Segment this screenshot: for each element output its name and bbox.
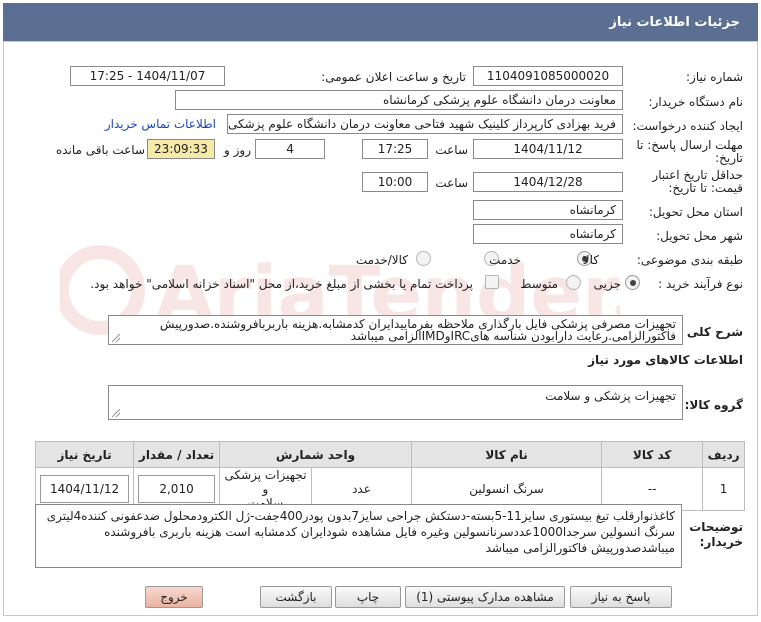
cell-category-line1: تجهیزات پزشکی و bbox=[224, 468, 307, 496]
province-field: کرمانشاه bbox=[473, 200, 623, 220]
process-option-minor: جزیی bbox=[593, 277, 621, 291]
process-radio-medium[interactable] bbox=[566, 275, 581, 290]
creator-label: ایجاد کننده درخواست: bbox=[632, 119, 743, 133]
reply-date-field: 1404/11/12 bbox=[473, 139, 623, 159]
buyer-label: نام دستگاه خریدار: bbox=[648, 95, 744, 109]
need-number-field: 1104091085000020 bbox=[473, 66, 623, 86]
need-number-label: شماره نیاز: bbox=[686, 70, 743, 84]
resize-grip-icon[interactable] bbox=[112, 334, 120, 342]
category-label: طبقه بندی موضوعی: bbox=[636, 253, 743, 267]
remaining-days-field: 4 bbox=[255, 139, 325, 159]
process-label: نوع فرآیند خرید : bbox=[658, 277, 743, 291]
back-button[interactable]: بازگشت bbox=[260, 586, 332, 608]
treasury-checkbox[interactable] bbox=[485, 275, 499, 289]
date-box: 1404/11/12 bbox=[40, 475, 130, 503]
summary-text: تجهیزات مصرفی پزشکی فایل بارگذاری ملاحظه… bbox=[159, 317, 676, 343]
category-option-service: خدمت bbox=[489, 253, 521, 267]
notes-label-2: خریدار: bbox=[699, 535, 743, 549]
resize-grip-icon[interactable] bbox=[112, 409, 120, 417]
summary-textarea: تجهیزات مصرفی پزشکی فایل بارگذاری ملاحظه… bbox=[108, 315, 683, 345]
col-code: کد کالا bbox=[601, 441, 704, 468]
col-unit: واحد شمارش bbox=[218, 441, 413, 468]
creator-field: فرید بهزادی کارپرداز کلینیک شهید فتاحی م… bbox=[227, 114, 623, 134]
province-label: استان محل تحویل: bbox=[648, 205, 743, 219]
goods-group-textarea: تجهیزات پزشکی و سلامت bbox=[108, 385, 683, 420]
category-option-goods: کالا bbox=[582, 253, 599, 267]
reply-deadline-label-2: تاریخ: bbox=[715, 151, 743, 165]
remaining-time-field: 23:09:33 bbox=[147, 139, 215, 159]
cell-row: 1 bbox=[702, 467, 745, 511]
goods-table-header: ردیف کد کالا نام کالا واحد شمارش تعداد /… bbox=[34, 441, 745, 468]
validity-time-label: ساعت bbox=[435, 176, 468, 190]
buyer-field: معاونت درمان دانشگاه علوم پزشکی کرمانشاه bbox=[175, 90, 623, 110]
notes-label: توضیحات bbox=[689, 520, 743, 534]
goods-section-title: اطلاعات کالاهای مورد نیاز bbox=[588, 353, 743, 367]
announce-label: تاریخ و ساعت اعلان عمومی: bbox=[321, 70, 466, 84]
announce-field: 1404/11/07 - 17:25 bbox=[70, 66, 225, 86]
notes-textarea: کاغذنوارقلب تیغ بیستوری سایز11-5بسته-دست… bbox=[35, 504, 682, 568]
col-row: ردیف bbox=[702, 441, 745, 468]
buyer-contact-link[interactable]: اطلاعات تماس خریدار bbox=[105, 117, 216, 131]
qty-box: 2,010 bbox=[138, 475, 215, 503]
exit-button[interactable]: خروج bbox=[145, 586, 203, 608]
reply-deadline-label: مهلت ارسال پاسخ: تا bbox=[636, 138, 743, 152]
col-name: نام کالا bbox=[411, 441, 603, 468]
reply-button[interactable]: پاسخ به نیاز bbox=[570, 586, 672, 608]
treasury-payment-text: پرداخت تمام یا بخشی از مبلغ خرید،از محل … bbox=[90, 277, 473, 291]
reply-time-field: 17:25 bbox=[362, 139, 428, 159]
city-field: کرمانشاه bbox=[473, 224, 623, 244]
attachments-button[interactable]: مشاهده مدارک پیوستی (1) bbox=[405, 586, 565, 608]
city-label: شهر محل تحویل: bbox=[656, 229, 743, 243]
validity-time-field: 10:00 bbox=[362, 172, 428, 192]
goods-table: ردیف کد کالا نام کالا واحد شمارش تعداد /… bbox=[34, 441, 745, 511]
col-date: تاریخ نیاز bbox=[34, 441, 135, 468]
process-option-medium: متوسط bbox=[520, 277, 558, 291]
col-qty: تعداد / مقدار bbox=[133, 441, 220, 468]
remaining-label: ساعت باقی مانده bbox=[55, 143, 145, 157]
category-radio-goods-service[interactable] bbox=[416, 251, 431, 266]
goods-group-label: گروه کالا: bbox=[684, 398, 743, 412]
category-option-goods-service: کالا/خدمت bbox=[355, 253, 408, 267]
days-label: روز و bbox=[224, 143, 251, 157]
print-button[interactable]: چاپ bbox=[335, 586, 401, 608]
page-title: جزئیات اطلاعات نیاز bbox=[609, 14, 740, 30]
validity-date-field: 1404/12/28 bbox=[473, 172, 623, 192]
validity-label: حداقل تاریخ اعتبار bbox=[652, 168, 743, 182]
goods-group-value: تجهیزات پزشکی و سلامت bbox=[545, 389, 676, 403]
validity-label-2: قیمت: تا تاریخ: bbox=[668, 181, 743, 195]
reply-time-label: ساعت bbox=[435, 143, 468, 157]
page-header: جزئیات اطلاعات نیاز bbox=[3, 3, 758, 41]
process-radio-minor[interactable] bbox=[625, 275, 640, 290]
notes-text: کاغذنوارقلب تیغ بیستوری سایز11-5بسته-دست… bbox=[46, 509, 675, 555]
